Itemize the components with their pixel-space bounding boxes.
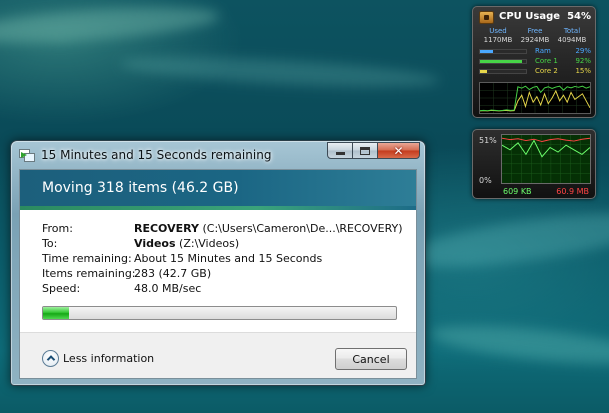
memory-total-label: Total xyxy=(563,27,581,35)
network-sent: 60.9 MB xyxy=(556,187,589,196)
file-move-dialog: 15 Minutes and 15 Seconds remaining ✕ Mo… xyxy=(10,140,426,386)
to-name: Videos xyxy=(134,237,176,250)
memory-free-value: 2924MB xyxy=(520,36,550,44)
to-label: To: xyxy=(42,237,58,250)
cpu-gadget-title: CPU Usage xyxy=(499,11,561,22)
less-information-toggle[interactable]: Less information xyxy=(42,349,154,367)
core2-meter: Core 2 15% xyxy=(479,67,591,76)
from-value: RECOVERY (C:\Users\Cameron\De...\RECOVER… xyxy=(134,222,403,235)
core2-meter-fill xyxy=(480,70,487,73)
maximize-button[interactable] xyxy=(352,142,378,159)
ram-meter: Ram 29% xyxy=(479,47,591,56)
transfer-details: From: RECOVERY (C:\Users\Cameron\De...\R… xyxy=(42,222,412,297)
items-remaining-label: Items remaining: xyxy=(42,267,136,280)
to-value: Videos (Z:\Videos) xyxy=(134,237,239,250)
detail-row-items: Items remaining: 283 (42.7 GB) xyxy=(42,267,412,282)
memory-free-label: Free xyxy=(527,27,543,35)
dialog-content: Moving 318 items (46.2 GB) From: RECOVER… xyxy=(19,169,417,379)
chevron-up-icon xyxy=(42,349,59,367)
from-label: From: xyxy=(42,222,73,235)
file-copy-icon xyxy=(19,149,36,163)
detail-row-time: Time remaining: About 15 Minutes and 15 … xyxy=(42,252,412,267)
from-path: (C:\Users\Cameron\De...\RECOVERY) xyxy=(202,222,403,235)
speed-label: Speed: xyxy=(42,282,81,295)
memory-free: Free 2924MB xyxy=(516,27,554,45)
ram-meter-track xyxy=(479,49,527,54)
detail-row-from: From: RECOVERY (C:\Users\Cameron\De...\R… xyxy=(42,222,412,237)
close-button[interactable]: ✕ xyxy=(377,142,420,159)
core1-meter-fill xyxy=(480,60,523,63)
network-meter-gadget[interactable]: 51% 0% 609 KB 60.9 MB xyxy=(472,129,596,199)
core1-meter: Core 1 92% xyxy=(479,57,591,66)
cancel-button[interactable]: Cancel xyxy=(335,348,407,370)
network-graph-top-label: 51% xyxy=(479,136,497,145)
ram-meter-label: Ram xyxy=(535,47,551,55)
wallpaper-streak xyxy=(429,318,609,372)
wallpaper-streak xyxy=(398,202,609,278)
core2-meter-value: 15% xyxy=(575,67,591,75)
cpu-gadget-header: CPU Usage 54% xyxy=(479,11,591,25)
less-information-label: Less information xyxy=(63,351,155,365)
network-received: 609 KB xyxy=(503,187,532,196)
core1-meter-label: Core 1 xyxy=(535,57,558,65)
from-name: RECOVERY xyxy=(134,222,199,235)
sent-history-line xyxy=(502,137,590,143)
time-remaining-value: About 15 Minutes and 15 Seconds xyxy=(134,252,323,265)
core1-meter-track xyxy=(479,59,527,64)
detail-row-to: To: Videos (Z:\Videos) xyxy=(42,237,412,252)
cpu-percent: 54% xyxy=(567,11,591,22)
memory-summary: Used 1170MB Free 2924MB Total 4094MB xyxy=(479,27,591,45)
speed-value: 48.0 MB/sec xyxy=(134,282,202,295)
core2-meter-track xyxy=(479,69,527,74)
dialog-title: 15 Minutes and 15 Seconds remaining xyxy=(41,148,272,162)
memory-used-label: Used xyxy=(489,27,507,35)
detail-row-speed: Speed: 48.0 MB/sec xyxy=(42,282,412,297)
network-graph-bottom-label: 0% xyxy=(479,176,492,185)
memory-used-value: 1170MB xyxy=(483,36,513,44)
dialog-footer: Less information Cancel xyxy=(20,332,416,378)
network-history-graph xyxy=(501,134,591,184)
maximize-icon xyxy=(360,146,370,155)
cpu-usage-gadget[interactable]: CPU Usage 54% Used 1170MB Free 2924MB To… xyxy=(472,6,596,118)
time-remaining-label: Time remaining: xyxy=(42,252,132,265)
close-icon: ✕ xyxy=(393,143,404,158)
ram-meter-fill xyxy=(480,50,494,53)
dialog-banner: Moving 318 items (46.2 GB) xyxy=(20,170,416,210)
core2-meter-label: Core 2 xyxy=(535,67,558,75)
core1-meter-value: 92% xyxy=(575,57,591,65)
dialog-titlebar[interactable]: 15 Minutes and 15 Seconds remaining ✕ xyxy=(11,141,425,169)
ram-meter-value: 29% xyxy=(575,47,591,55)
items-remaining-value: 283 (42.7 GB) xyxy=(134,267,212,280)
wallpaper-streak xyxy=(0,0,221,50)
memory-total-value: 4094MB xyxy=(557,36,587,44)
minimize-button[interactable] xyxy=(327,142,353,159)
dialog-heading: Moving 318 items (46.2 GB) xyxy=(42,180,239,196)
transfer-progress-fill xyxy=(43,307,70,319)
memory-total: Total 4094MB xyxy=(553,27,591,45)
cpu-history-graph xyxy=(479,82,591,114)
cpu-chip-icon xyxy=(479,11,494,24)
wallpaper-streak xyxy=(119,51,441,93)
to-path: (Z:\Videos) xyxy=(179,237,240,250)
memory-used: Used 1170MB xyxy=(479,27,517,45)
transfer-progress-bar xyxy=(42,306,397,320)
minimize-icon xyxy=(335,152,345,155)
